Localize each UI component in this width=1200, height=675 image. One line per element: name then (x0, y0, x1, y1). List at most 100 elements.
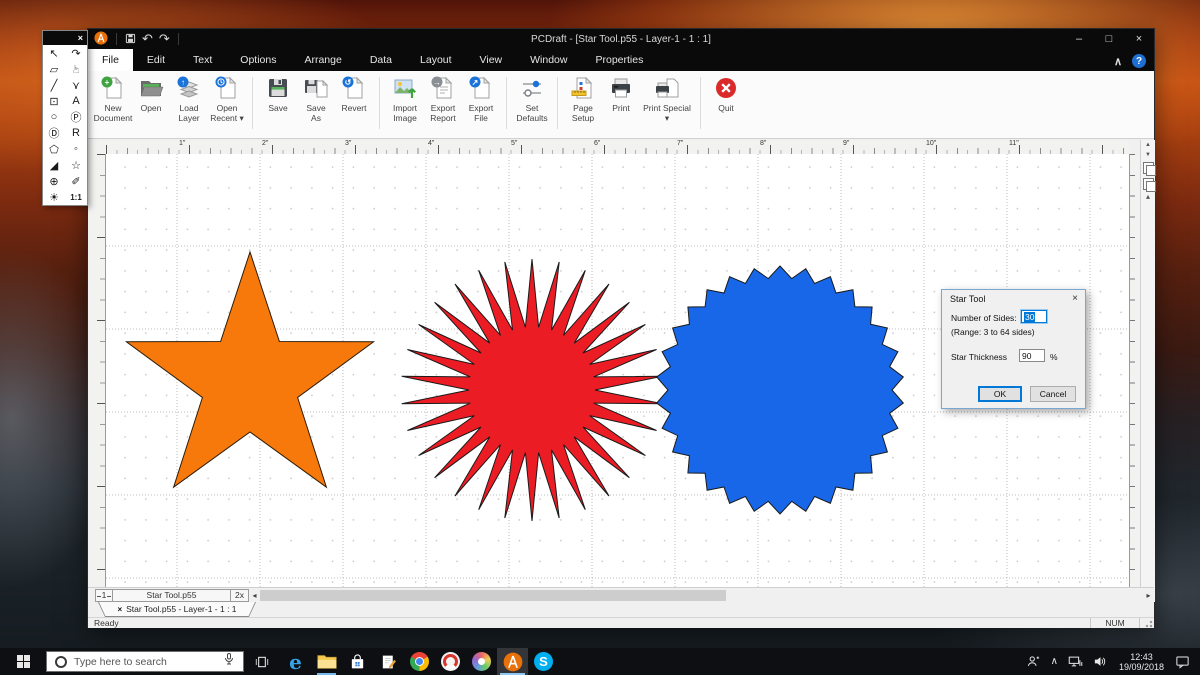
menu-edit[interactable]: Edit (133, 49, 179, 71)
menu-view[interactable]: View (466, 49, 517, 71)
new-document-button[interactable]: +NewDocument (95, 75, 131, 123)
load-layer-button[interactable]: ↑LoadLayer (171, 75, 207, 123)
redo-icon[interactable]: ↷ (156, 33, 173, 45)
start-button[interactable] (0, 648, 46, 675)
microphone-icon[interactable] (223, 652, 235, 672)
star-tool[interactable]: ☆ (65, 157, 87, 173)
resize-grip[interactable] (1140, 618, 1154, 628)
text-tool[interactable]: A (65, 93, 87, 109)
small-ellipse-tool[interactable]: ◦ (65, 141, 87, 157)
hscroll-track[interactable] (260, 589, 1143, 602)
menu-file[interactable]: File (88, 49, 133, 71)
scroll-up-arrow[interactable]: ▴ (1146, 192, 1150, 202)
menu-arrange[interactable]: Arrange (290, 49, 355, 71)
import-image-button[interactable]: ImportImage (387, 75, 423, 123)
spinner-down-icon[interactable]: ▼ (1145, 150, 1151, 160)
close-button[interactable]: × (1124, 29, 1154, 49)
action-center-icon[interactable] (1170, 648, 1200, 675)
hscroll-thumb[interactable] (260, 590, 726, 601)
collapse-ribbon-icon[interactable]: ∧ (1114, 55, 1122, 68)
dimension-tool[interactable]: Ⓓ (43, 125, 65, 141)
maximize-button[interactable]: □ (1094, 29, 1124, 49)
quit-button[interactable]: Quit (708, 75, 744, 113)
number-of-sides-field[interactable]: 30 (1021, 310, 1047, 323)
spinner-up-icon[interactable]: ▲ (1145, 140, 1151, 150)
help-icon[interactable]: ? (1132, 54, 1146, 68)
page-select-icon[interactable] (1143, 178, 1154, 190)
vscroll-track[interactable] (1141, 202, 1155, 592)
open-recent-button[interactable]: OpenRecent ▾ (209, 75, 245, 123)
document-tab[interactable]: × Star Tool.p55 - Layer-1 - 1 : 1 (98, 602, 256, 617)
tab-close-icon[interactable]: × (117, 605, 122, 614)
star-thickness-field[interactable]: 90 (1019, 349, 1045, 362)
taskbar-app-file-explorer[interactable] (311, 648, 342, 675)
minimize-button[interactable]: – (1064, 29, 1094, 49)
thirty-point-star-90-percent[interactable] (657, 266, 904, 514)
line-tool[interactable]: ╱ (43, 77, 65, 93)
taskbar-app-chrome[interactable] (404, 648, 435, 675)
quick-save-icon[interactable] (122, 33, 139, 46)
set-defaults-button[interactable]: SetDefaults (514, 75, 550, 123)
taskbar-app-store[interactable] (342, 648, 373, 675)
reshape-tool[interactable]: R (65, 125, 87, 141)
people-icon[interactable] (1021, 648, 1046, 675)
taskbar-app-edge[interactable]: e (280, 648, 311, 675)
taskbar-app-paint-app[interactable] (466, 648, 497, 675)
rectangle-tool[interactable]: ⊡ (43, 93, 65, 109)
taskbar-app-pcdraft[interactable] (497, 648, 528, 675)
thirty-point-starburst[interactable] (402, 259, 663, 521)
dialog-close-icon[interactable]: × (1072, 293, 1078, 304)
page-setup-button[interactable]: PageSetup (565, 75, 601, 123)
marquee-tool[interactable]: ▱ (43, 61, 65, 77)
page-indicator[interactable]: 1 (95, 589, 113, 602)
eyedropper-tool[interactable]: ✐ (65, 173, 87, 189)
polygon-tool[interactable]: ⬠ (43, 141, 65, 157)
duplicate-page-icon[interactable] (1143, 162, 1154, 174)
lamp-tool[interactable]: ☀ (43, 189, 65, 205)
menu-layout[interactable]: Layout (406, 49, 466, 71)
document-name-box[interactable]: Star Tool.p55 (113, 589, 231, 602)
zoom-level-box[interactable]: 2x (231, 589, 249, 602)
pan-tool[interactable]: ☞ (68, 58, 84, 80)
network-icon[interactable] (1063, 648, 1088, 675)
select-tool[interactable]: ↖ (43, 45, 65, 61)
menu-text[interactable]: Text (179, 49, 226, 71)
parallel-polygon-tool[interactable]: Ⓟ (65, 109, 87, 125)
five-point-star[interactable] (126, 252, 373, 487)
cancel-button[interactable]: Cancel (1030, 386, 1076, 402)
task-view-button[interactable] (244, 648, 280, 675)
menu-options[interactable]: Options (226, 49, 290, 71)
freeform-tool[interactable]: ◢ (43, 157, 65, 173)
title-bar[interactable]: ↶ ↷ PCDraft - [Star Tool.p55 - Layer-1 -… (88, 29, 1154, 49)
print-special-button[interactable]: Print Special▾ (641, 75, 693, 123)
ellipse-tool[interactable]: ○ (43, 109, 65, 125)
taskbar-clock[interactable]: 12:43 19/09/2018 (1113, 648, 1170, 675)
palette-title-bar[interactable]: × (43, 31, 87, 45)
print-button[interactable]: Print (603, 75, 639, 113)
scroll-right-arrow[interactable]: ▸ (1143, 591, 1154, 600)
symbol-tool[interactable]: ⊕ (43, 173, 65, 189)
menu-window[interactable]: Window (516, 49, 581, 71)
save-button[interactable]: Save (260, 75, 296, 113)
taskbar-app-skype[interactable]: S (528, 648, 559, 675)
load-layer-icon: ↑ (176, 75, 202, 101)
export-report-button[interactable]: →ExportReport (425, 75, 461, 123)
vertical-scrollbar[interactable]: ▲ ▼ ▴ ▾ (1140, 140, 1155, 602)
taskbar-app-measure-app[interactable] (435, 648, 466, 675)
menu-data[interactable]: Data (356, 49, 406, 71)
taskbar-search[interactable]: Type here to search (46, 651, 244, 672)
export-file-button[interactable]: ↗ExportFile (463, 75, 499, 123)
undo-icon[interactable]: ↶ (139, 33, 156, 45)
revert-button[interactable]: ↺Revert (336, 75, 372, 113)
palette-close-icon[interactable]: × (78, 33, 83, 43)
ok-button[interactable]: OK (978, 386, 1022, 402)
open-button[interactable]: Open (133, 75, 169, 113)
svg-text:↑: ↑ (181, 78, 185, 87)
volume-icon[interactable] (1088, 648, 1113, 675)
save-as-button[interactable]: SaveAs (298, 75, 334, 123)
menu-properties[interactable]: Properties (581, 49, 657, 71)
scroll-left-arrow[interactable]: ◂ (249, 591, 260, 600)
actual-size-tool[interactable]: 1:1 (65, 189, 87, 205)
taskbar-app-notes-app[interactable] (373, 648, 404, 675)
tray-chevron-up-icon[interactable]: ∧ (1046, 648, 1063, 675)
